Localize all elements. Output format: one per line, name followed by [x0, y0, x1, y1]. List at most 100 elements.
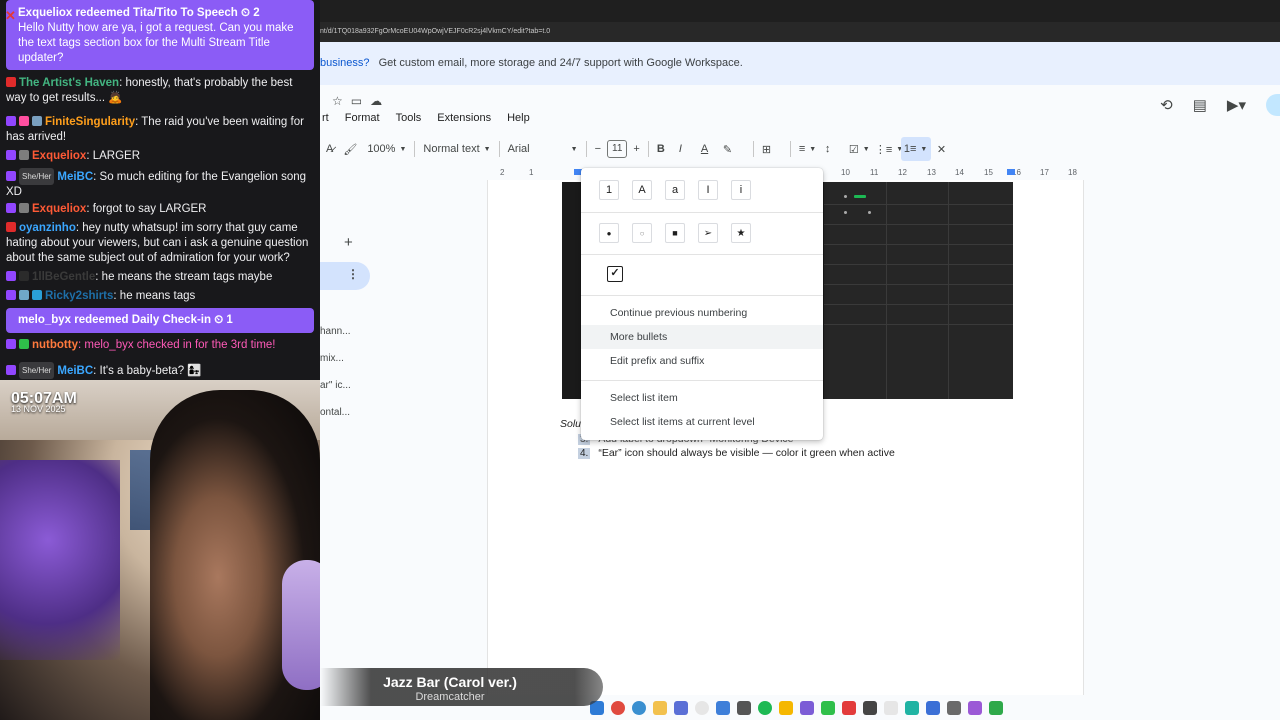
menu-list: rt Format Tools Extensions Help — [320, 112, 532, 124]
app-icon[interactable] — [674, 701, 688, 715]
checklist-select[interactable]: ☑ ▼ — [849, 137, 875, 161]
continue-previous-numbering-item[interactable]: Continue previous numbering — [581, 301, 823, 325]
edit-prefix-suffix-item[interactable]: Edit prefix and suffix — [581, 349, 823, 373]
menu-help[interactable]: Help — [505, 112, 532, 124]
outline-item[interactable]: ar" ic... — [320, 380, 351, 391]
bulleted-list-select[interactable]: ⋮≡ ▼ — [875, 137, 903, 161]
chrome-icon[interactable] — [611, 701, 625, 715]
chat-text: : he means tags — [113, 290, 196, 302]
app-icon[interactable] — [842, 701, 856, 715]
active-tab-pill[interactable] — [320, 262, 370, 290]
menu-tools[interactable]: Tools — [394, 112, 424, 124]
chat-username: nutbotty — [32, 339, 78, 351]
italic-button[interactable]: I — [679, 137, 701, 161]
highlight-color-icon[interactable]: ✎ — [723, 137, 745, 161]
numbering-option[interactable]: 1 — [599, 180, 619, 200]
version-history-icon[interactable]: ⟲ — [1160, 96, 1173, 114]
grid-line — [886, 182, 887, 399]
song-artist: Dreamcatcher — [415, 691, 485, 703]
font-value: Arial — [507, 143, 530, 155]
style-select[interactable]: Normal text ▼ — [423, 137, 490, 161]
app-icon[interactable] — [821, 701, 835, 715]
numbering-option[interactable]: a — [665, 180, 685, 200]
outline-item[interactable]: mix... — [320, 353, 344, 364]
spellcheck-icon[interactable]: A̷ — [326, 137, 333, 161]
app-icon[interactable] — [695, 701, 709, 715]
bold-button[interactable]: B — [657, 137, 679, 161]
verified-bot-icon — [19, 339, 29, 349]
cloud-status-icon[interactable]: ☁ — [370, 94, 382, 108]
numbering-option[interactable]: A — [632, 180, 652, 200]
select-list-item-item[interactable]: Select list item — [581, 386, 823, 410]
app-icon[interactable] — [968, 701, 982, 715]
chat-username: The Artist's Haven — [19, 77, 120, 89]
bullet-option[interactable]: ★ — [731, 223, 751, 243]
close-icon: ✕ — [5, 8, 16, 23]
divider — [647, 141, 649, 157]
align-select[interactable]: ≡ ▼ — [799, 137, 825, 161]
menu-format[interactable]: Format — [343, 112, 382, 124]
right-indent-marker[interactable] — [1007, 169, 1015, 175]
twitch-icon — [6, 116, 16, 126]
checklist-option[interactable]: ✓ — [607, 266, 623, 282]
address-bar[interactable]: nt/d/1TQ018a932FgOrMcoEU04WpOwjVEJF0cR2s… — [320, 22, 1280, 42]
menu-extensions[interactable]: Extensions — [435, 112, 493, 124]
share-button-edge[interactable] — [1266, 94, 1280, 116]
title-icons: ☆ ▭ ☁ — [332, 94, 382, 108]
ruler-mark: 13 — [927, 168, 936, 177]
comments-icon[interactable]: ▤ — [1193, 96, 1207, 114]
add-tab-button[interactable]: + — [344, 234, 353, 251]
spotify-icon[interactable] — [758, 701, 772, 715]
more-bullets-item[interactable]: More bullets — [581, 325, 823, 349]
numbered-list-select[interactable]: 1≡ ▼ — [900, 137, 931, 161]
move-folder-icon[interactable]: ▭ — [351, 94, 362, 108]
bullet-option[interactable]: ■ — [665, 223, 685, 243]
outline-item[interactable]: ontal... — [320, 407, 350, 418]
insert-comment-icon[interactable]: ⊞ — [762, 137, 782, 161]
line-spacing-icon[interactable]: ↕ — [825, 137, 849, 161]
text-color-button[interactable]: A — [701, 137, 723, 161]
align-icon: ≡ — [798, 143, 806, 155]
app-icon[interactable] — [863, 701, 877, 715]
font-select[interactable]: Arial ▼ — [508, 137, 578, 161]
app-icon[interactable] — [800, 701, 814, 715]
grid-line — [824, 204, 1013, 205]
song-title: Jazz Bar (Carol ver.) — [383, 674, 517, 690]
bullet-option[interactable]: ➢ — [698, 223, 718, 243]
app-icon[interactable] — [947, 701, 961, 715]
numbering-option[interactable]: i — [731, 180, 751, 200]
app-icon[interactable] — [884, 701, 898, 715]
bullet-option[interactable]: ● — [599, 223, 619, 243]
star-icon[interactable]: ☆ — [332, 94, 343, 108]
outline-item[interactable]: hann... — [320, 326, 351, 337]
chat-username: FiniteSingularity — [45, 116, 136, 128]
tab-options-icon[interactable]: ⋮ — [347, 267, 359, 281]
edge-icon[interactable] — [632, 701, 646, 715]
numbering-option[interactable]: I — [698, 180, 718, 200]
formatting-toolbar: A̷ 🖌 100% ▼ Normal text ▼ Arial ▼ − 11 + B … — [320, 136, 1280, 162]
divider — [789, 141, 791, 157]
folder-icon[interactable] — [653, 701, 667, 715]
menu-insert[interactable]: rt — [320, 112, 331, 124]
promo-text: Get custom email, more storage and 24/7 … — [378, 57, 743, 69]
app-icon[interactable] — [989, 701, 1003, 715]
chat-message: She/Her MeiBC: It's a baby-beta? 👩‍👧 — [6, 362, 316, 379]
app-icon[interactable] — [905, 701, 919, 715]
list-item-4[interactable]: 4. “Ear” icon should always be visible — … — [578, 447, 895, 459]
increase-font-size-button[interactable]: + — [633, 137, 639, 161]
mod-badge-icon — [19, 203, 29, 213]
font-size-input[interactable]: 11 — [607, 140, 628, 158]
chat-username: 1llBeGentle — [32, 271, 96, 283]
screen: nt/d/1TQ018a932FgOrMcoEU04WpOwjVEJF0cR2s… — [0, 0, 1280, 720]
clear-formatting-icon[interactable]: ✕ — [937, 137, 946, 161]
app-icon[interactable] — [779, 701, 793, 715]
twitch-icon — [6, 203, 16, 213]
app-icon[interactable] — [737, 701, 751, 715]
app-icon[interactable] — [926, 701, 940, 715]
select-list-items-current-level-item[interactable]: Select list items at current level — [581, 410, 823, 434]
paint-format-icon[interactable]: 🖌 — [343, 137, 357, 161]
app-icon[interactable] — [716, 701, 730, 715]
meet-camera-icon[interactable]: ▶▾ — [1227, 96, 1246, 114]
zoom-select[interactable]: 100% ▼ — [367, 137, 406, 161]
bullet-option[interactable]: ○ — [632, 223, 652, 243]
